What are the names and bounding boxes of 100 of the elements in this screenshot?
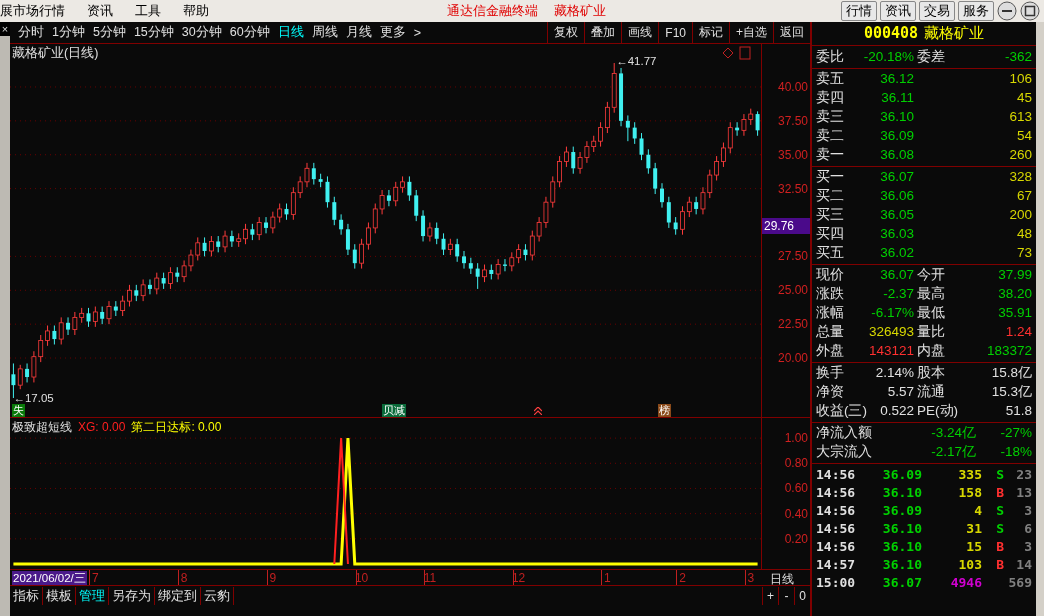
candlestick [202, 236, 207, 257]
field-label: 股本 [917, 364, 946, 383]
close-mark[interactable]: × [0, 22, 10, 36]
trade-count: 13 [1015, 484, 1032, 502]
low-price-label: ←17.05 [13, 392, 54, 404]
trade-price: 36.10 [881, 556, 922, 574]
order-level-label: 卖五 [816, 70, 844, 89]
order-level-label: 买三 [816, 206, 844, 225]
order-price: 36.11 [880, 89, 914, 108]
bottom-tab[interactable]: 模板 [43, 586, 76, 605]
bottom-tab[interactable]: 指标 [10, 586, 43, 605]
order-level-label: 买二 [816, 187, 844, 206]
candlestick [66, 316, 71, 336]
period-tab[interactable]: 1分钟 [52, 24, 85, 41]
candlestick [140, 278, 146, 302]
event-badge[interactable]: 榜 [658, 404, 671, 417]
price-axis-label: 20.00 [777, 351, 808, 366]
order-price: 36.06 [879, 187, 914, 206]
month-label: 2 [679, 571, 686, 585]
period-tab[interactable]: 更多 [379, 24, 406, 41]
maximize-icon[interactable] [1020, 1, 1040, 21]
period-tab[interactable]: 15分钟 [133, 24, 174, 41]
candlestick [325, 175, 330, 209]
period-tab[interactable]: 5分钟 [92, 24, 126, 41]
trade-count: 3 [1023, 502, 1032, 520]
event-badge[interactable]: 贝减 [382, 404, 406, 417]
order-price: 36.05 [879, 206, 914, 225]
bottom-tab[interactable]: 绑定到 [155, 586, 201, 605]
month-label: 11 [423, 571, 437, 585]
field-label: 量比 [917, 323, 946, 342]
diamond-icon[interactable] [722, 47, 734, 59]
indicator-axis-label: 0.20 [784, 531, 808, 546]
field-label: 流通 [917, 383, 946, 402]
trade-side: B [995, 556, 1004, 574]
current-price-tag: 29.76 [762, 217, 810, 234]
menu-item[interactable]: 资讯 [87, 2, 113, 20]
price-axis-label: 25.00 [777, 283, 808, 298]
period-tab[interactable]: 30分钟 [181, 24, 222, 41]
menu-item[interactable]: 展市场行情 [0, 2, 65, 20]
candlestick [632, 121, 637, 145]
trade-time: 14:56 [816, 538, 857, 556]
candlestick [646, 148, 651, 175]
event-badge[interactable]: 失 [12, 404, 25, 417]
period-tab[interactable]: 60分钟 [229, 24, 270, 41]
order-level-label: 买五 [816, 244, 844, 263]
header-button[interactable]: 交易 [919, 1, 955, 21]
double-arrow-icon[interactable] [534, 407, 542, 415]
menu-item[interactable]: 工具 [135, 2, 161, 20]
trade-side: S [995, 466, 1004, 484]
period-tab[interactable]: 分时 [18, 24, 44, 41]
series-value: : 0.00 [191, 419, 222, 436]
candlestick [516, 243, 522, 264]
trade-volume: 4946 [949, 574, 982, 592]
period-tab[interactable]: 周线 [311, 24, 338, 41]
field-label: 换手 [816, 364, 844, 383]
trade-volume: 31 [965, 520, 982, 538]
bottom-tab[interactable]: 管理 [76, 586, 109, 605]
header-button[interactable]: 资讯 [880, 1, 916, 21]
period-tab[interactable]: 月线 [345, 24, 372, 41]
field-label: 现价 [816, 266, 844, 285]
candlestick [462, 250, 467, 270]
month-label: 7 [92, 571, 99, 585]
candlestick [393, 181, 399, 207]
header-button[interactable]: 行情 [841, 1, 877, 21]
order-volume: 260 [1008, 146, 1032, 165]
field-value: 326493 [867, 323, 914, 342]
flow-label: 净流入额 [816, 424, 873, 443]
candlestick [311, 162, 316, 186]
field-value: 1.24 [1004, 323, 1032, 342]
candlestick [557, 155, 562, 188]
candlestick [509, 251, 515, 272]
candlestick [625, 114, 630, 142]
trade-time: 14:56 [816, 520, 857, 538]
more-arrow[interactable]: > [413, 25, 421, 40]
candlestick [45, 325, 50, 347]
bottom-tab[interactable]: 另存为 [109, 586, 155, 605]
month-label: 3 [747, 571, 755, 585]
price-axis-label: 40.00 [777, 79, 808, 94]
field-label: 委差 [917, 47, 946, 66]
candlestick [86, 307, 91, 328]
candlestick [168, 266, 173, 290]
header-button[interactable]: 服务 [958, 1, 994, 21]
candlestick [92, 306, 98, 328]
indicator-name: 极致超短线 [12, 419, 72, 436]
bottom-tab[interactable]: 云豹 [201, 586, 234, 605]
trade-price: 36.07 [881, 574, 922, 592]
minimize-icon[interactable] [997, 1, 1017, 21]
order-price: 36.09 [879, 127, 914, 146]
candlestick [52, 325, 57, 345]
field-value: 2.14% [874, 364, 914, 383]
period-tab[interactable]: 日线 [277, 24, 304, 41]
panel-toggle-icon[interactable] [739, 46, 751, 60]
trade-count: 23 [1015, 466, 1032, 484]
order-volume: 73 [1015, 244, 1032, 263]
trade-side: S [995, 502, 1004, 520]
menu-item[interactable]: 帮助 [183, 2, 209, 20]
stock-code: 000408 [863, 23, 919, 44]
field-label: 总量 [816, 323, 844, 342]
field-label: 收益(三) [816, 402, 867, 421]
order-level-label: 买一 [816, 168, 844, 187]
